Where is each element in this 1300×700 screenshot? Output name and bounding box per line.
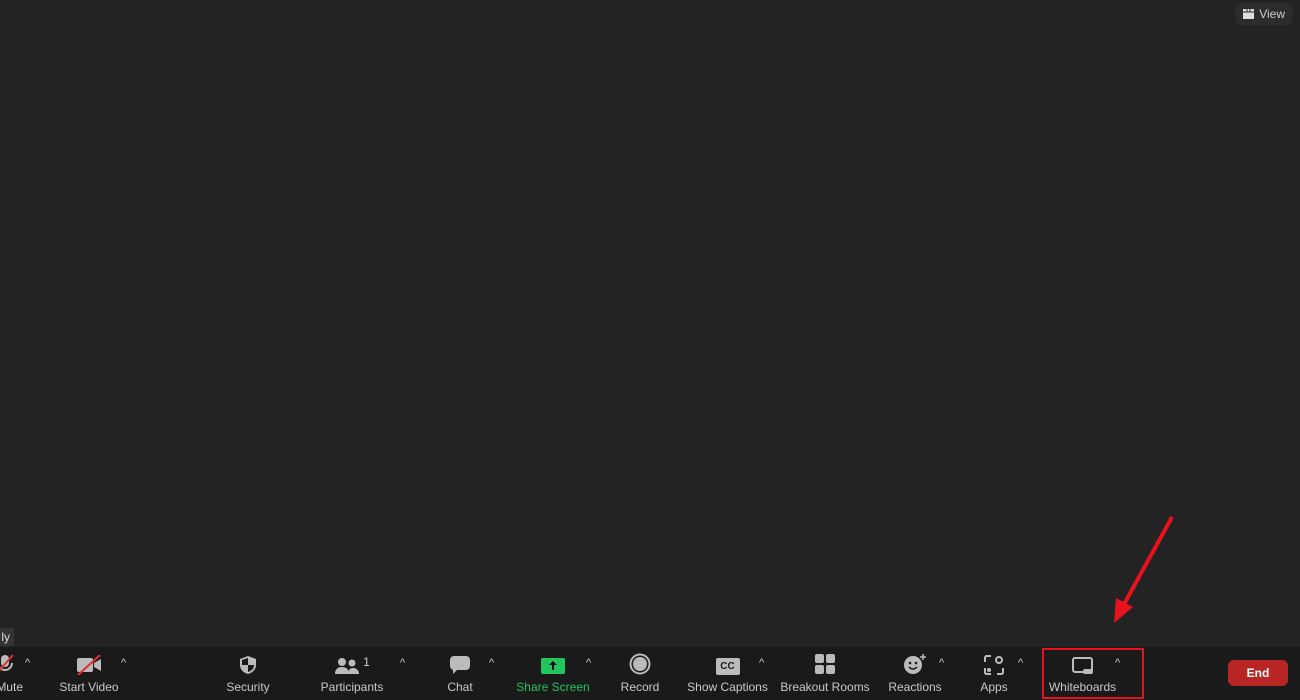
- annotation-highlight-box: [1042, 648, 1144, 699]
- share-screen-button[interactable]: Share Screen: [513, 647, 593, 700]
- chat-icon: [450, 656, 470, 674]
- breakout-rooms-button[interactable]: Breakout Rooms: [780, 647, 870, 700]
- shield-icon: [240, 656, 256, 674]
- apps-button[interactable]: Apps: [974, 647, 1014, 700]
- show-captions-label: Show Captions: [687, 680, 768, 694]
- view-label: View: [1259, 7, 1285, 21]
- record-button[interactable]: Record: [615, 647, 665, 700]
- microphone-muted-icon: [0, 654, 14, 672]
- chat-button[interactable]: Chat: [440, 647, 480, 700]
- video-off-icon: [77, 655, 101, 675]
- mute-label: Mute: [0, 680, 23, 694]
- start-video-button[interactable]: Start Video: [55, 647, 123, 700]
- tooltip: ly: [0, 628, 14, 646]
- mute-button[interactable]: Mute: [0, 647, 30, 700]
- record-icon: [629, 653, 651, 675]
- show-captions-button[interactable]: CC Show Captions: [685, 647, 770, 700]
- reactions-options-caret[interactable]: ^: [939, 657, 944, 669]
- annotation-arrow-icon: [1114, 516, 1174, 623]
- video-options-caret[interactable]: ^: [121, 657, 126, 669]
- breakout-rooms-label: Breakout Rooms: [780, 680, 870, 694]
- participant-count: 1: [363, 655, 370, 669]
- reactions-label: Reactions: [888, 680, 942, 694]
- participants-button[interactable]: 1 Participants: [316, 647, 388, 700]
- grid-icon: [1243, 9, 1255, 19]
- participants-options-caret[interactable]: ^: [400, 657, 405, 669]
- chat-label: Chat: [447, 680, 473, 694]
- record-label: Record: [620, 680, 660, 694]
- share-screen-icon: [541, 658, 565, 674]
- captions-options-caret[interactable]: ^: [759, 657, 764, 669]
- participants-label: Participants: [320, 680, 384, 694]
- breakout-rooms-icon: [815, 654, 835, 674]
- security-button[interactable]: Security: [218, 647, 278, 700]
- end-meeting-button[interactable]: End: [1228, 660, 1288, 686]
- participants-icon: [335, 658, 360, 674]
- share-screen-label: Share Screen: [516, 680, 590, 694]
- apps-icon: [984, 655, 1004, 675]
- share-options-caret[interactable]: ^: [586, 657, 591, 669]
- start-video-label: Start Video: [59, 680, 119, 694]
- cc-icon: CC: [715, 658, 740, 675]
- reactions-icon: [904, 654, 926, 674]
- reactions-button[interactable]: Reactions: [885, 647, 945, 700]
- security-label: Security: [226, 680, 270, 694]
- audio-options-caret[interactable]: ^: [25, 657, 30, 669]
- view-button[interactable]: View: [1235, 3, 1293, 25]
- chat-options-caret[interactable]: ^: [489, 657, 494, 669]
- apps-label: Apps: [980, 680, 1008, 694]
- apps-options-caret[interactable]: ^: [1018, 657, 1023, 669]
